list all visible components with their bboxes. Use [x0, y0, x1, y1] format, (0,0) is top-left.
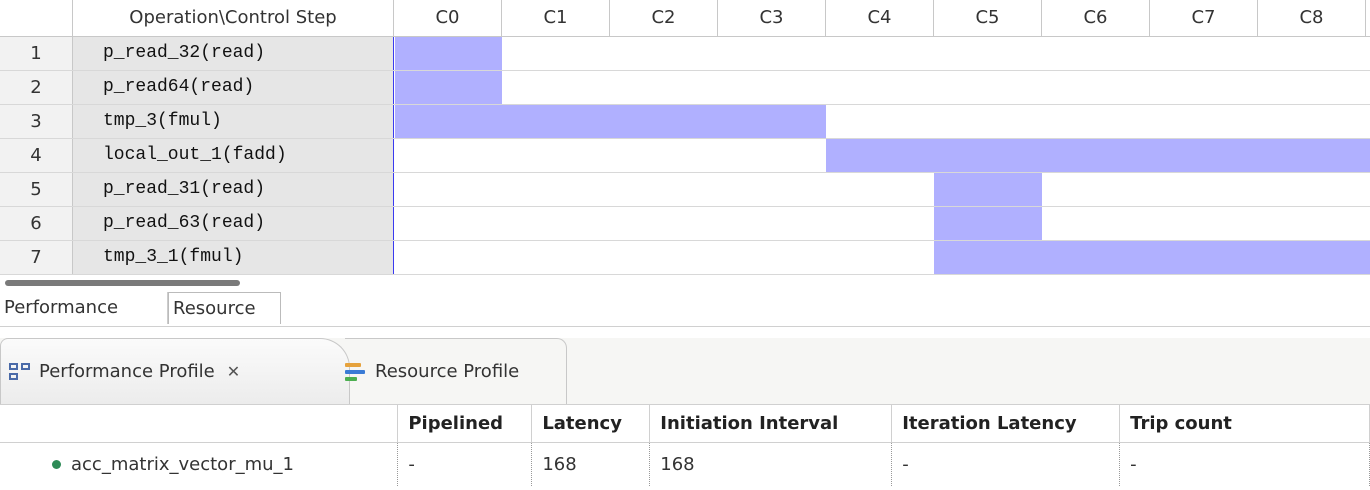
table-header: Pipelined Latency Initiation Interval It… — [0, 405, 1370, 443]
tab-performance-profile[interactable]: Performance Profile ✕ — [0, 338, 350, 404]
schedule-row[interactable]: 7 tmp_3_1(fmul) — [0, 241, 1370, 275]
operation-name: tmp_3_1(fmul) — [73, 241, 394, 274]
schedule-bar[interactable] — [395, 71, 502, 104]
schedule-bar[interactable] — [826, 139, 1370, 172]
schedule-row[interactable]: 5 p_read_31(read) — [0, 173, 1370, 207]
close-icon[interactable]: ✕ — [227, 362, 240, 381]
header-step-c7: C7 — [1150, 0, 1258, 36]
row-index: 7 — [0, 241, 73, 274]
resource-profile-icon — [345, 362, 367, 381]
schedule-bar[interactable] — [934, 241, 1370, 274]
latency-value: 168 — [531, 442, 651, 486]
tab-resource-profile[interactable]: Resource Profile — [345, 338, 567, 404]
header-index — [0, 0, 73, 36]
column-header-trip-count[interactable]: Trip count — [1119, 405, 1370, 443]
header-step-c3: C3 — [718, 0, 826, 36]
column-header-initiation-interval[interactable]: Initiation Interval — [649, 405, 893, 443]
tab-resource-profile-label: Resource Profile — [375, 361, 520, 382]
operation-name: tmp_3(fmul) — [73, 105, 394, 138]
row-index: 2 — [0, 71, 73, 104]
table-row[interactable]: acc_matrix_vector_mu_1 - 168 168 - - — [0, 442, 1370, 486]
row-index: 1 — [0, 37, 73, 70]
horizontal-scrollbar[interactable] — [5, 280, 240, 286]
column-header-iteration-latency[interactable]: Iteration Latency — [891, 405, 1121, 443]
row-index: 5 — [0, 173, 73, 206]
performance-profile-icon — [9, 362, 31, 381]
header-step-c4: C4 — [826, 0, 934, 36]
header-step-c0: C0 — [394, 0, 502, 36]
schedule-row[interactable]: 4 local_out_1(fadd) — [0, 139, 1370, 173]
trip-count-value: - — [1119, 442, 1370, 486]
initiation-interval-value: 168 — [649, 442, 893, 486]
column-header-latency[interactable]: Latency — [531, 405, 651, 443]
tab-performance-profile-label: Performance Profile — [39, 361, 215, 382]
header-step-c5: C5 — [934, 0, 1042, 36]
operation-name: p_read_31(read) — [73, 173, 394, 206]
schedule-viewer: Operation\Control Step C0 C1 C2 C3 C4 C5… — [0, 0, 1370, 275]
pipelined-value: - — [397, 442, 533, 486]
operation-name: p_read64(read) — [73, 71, 394, 104]
status-dot-icon — [52, 460, 61, 470]
header-step-c1: C1 — [502, 0, 610, 36]
header-step-c6: C6 — [1042, 0, 1150, 36]
tab-performance[interactable]: Performance — [0, 292, 168, 324]
iteration-latency-value: - — [891, 442, 1121, 486]
operation-name: local_out_1(fadd) — [73, 139, 394, 172]
header-operation: Operation\Control Step — [73, 0, 394, 36]
schedule-bar[interactable] — [934, 207, 1042, 240]
schedule-row[interactable]: 3 tmp_3(fmul) — [0, 105, 1370, 139]
performance-profile-table: Pipelined Latency Initiation Interval It… — [0, 405, 1370, 486]
row-index: 4 — [0, 139, 73, 172]
header-step-c2: C2 — [610, 0, 718, 36]
schedule-bar[interactable] — [395, 105, 826, 138]
function-cell: acc_matrix_vector_mu_1 — [0, 442, 399, 486]
tab-resource[interactable]: Resource — [168, 292, 281, 324]
view-mode-tabs: Performance Resource — [0, 290, 1370, 327]
schedule-row[interactable]: 2 p_read64(read) — [0, 71, 1370, 105]
header-step-c8: C8 — [1258, 0, 1366, 36]
row-index: 3 — [0, 105, 73, 138]
schedule-header: Operation\Control Step C0 C1 C2 C3 C4 C5… — [0, 0, 1370, 37]
profile-view-tabs: Performance Profile ✕ Resource Profile — [0, 338, 1370, 405]
function-name: acc_matrix_vector_mu_1 — [71, 453, 294, 475]
row-index: 6 — [0, 207, 73, 240]
column-header-name — [0, 405, 399, 443]
column-header-pipelined[interactable]: Pipelined — [397, 405, 533, 443]
schedule-row[interactable]: 1 p_read_32(read) — [0, 37, 1370, 71]
schedule-row[interactable]: 6 p_read_63(read) — [0, 207, 1370, 241]
operation-name: p_read_63(read) — [73, 207, 394, 240]
schedule-bar[interactable] — [934, 173, 1042, 206]
operation-name: p_read_32(read) — [73, 37, 394, 70]
schedule-bar[interactable] — [395, 37, 502, 70]
